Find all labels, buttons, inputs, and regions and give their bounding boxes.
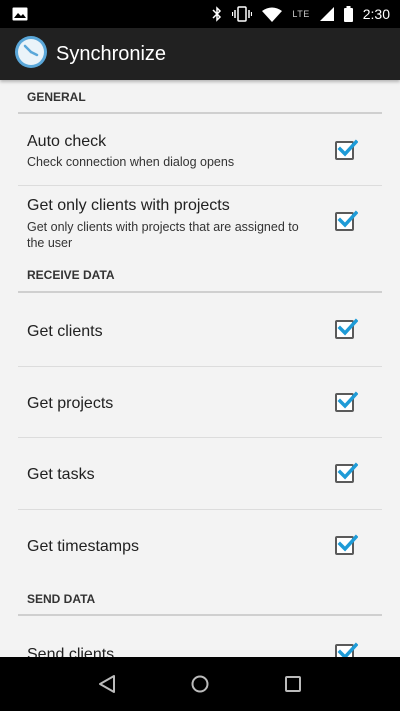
pref-get-projects[interactable]: Get projects [18,367,382,438]
vibrate-icon [232,6,253,22]
pref-clients-with-projects[interactable]: Get only clients with projects Get only … [18,186,382,254]
section-header-label: SEND DATA [27,592,96,606]
cell-signal-icon [319,6,334,22]
section-header-receive: RECEIVE DATA [18,268,382,293]
pref-title: Get only clients with projects [27,197,230,214]
section-header-label: RECEIVE DATA [27,268,115,282]
status-time: 2:30 [362,6,390,22]
recents-icon[interactable] [273,664,313,704]
get-clients-checkbox[interactable] [335,318,358,339]
auto-check-checkbox[interactable] [335,139,358,160]
pref-auto-check[interactable]: Auto check Check connection when dialog … [18,116,382,186]
image-icon [12,6,28,22]
pref-title: Get timestamps [27,538,140,555]
pref-get-clients[interactable]: Get clients [18,295,382,367]
back-icon[interactable] [87,664,127,704]
pref-get-timestamps[interactable]: Get timestamps [18,510,382,582]
clients-with-projects-checkbox[interactable] [335,210,358,231]
pref-get-tasks[interactable]: Get tasks [18,438,382,510]
home-icon[interactable] [180,664,220,704]
pref-title: Send clients [27,646,115,657]
section-header-general: GENERAL [18,90,382,114]
get-timestamps-checkbox[interactable] [335,534,358,555]
battery-icon [343,6,353,22]
navigation-bar [0,657,400,711]
preferences-list[interactable]: GENERAL Auto check Check connection when… [0,80,400,657]
section-header-send: SEND DATA [18,592,382,616]
get-tasks-checkbox[interactable] [335,462,358,483]
pref-summary: Get only clients with projects that are … [27,220,299,250]
pref-title: Get clients [27,323,103,340]
pref-title: Get projects [27,395,114,412]
get-projects-checkbox[interactable] [335,391,358,412]
status-bar: LTE 2:30 [0,0,400,28]
pref-send-clients[interactable]: Send clients [18,618,382,657]
pref-title: Auto check [27,133,107,150]
wifi-icon [262,6,283,22]
app-bar: Synchronize [0,28,400,80]
page-title: Synchronize [56,42,167,65]
send-clients-checkbox[interactable] [335,642,358,657]
pref-summary: Check connection when dialog opens [27,155,235,169]
section-header-label: GENERAL [27,90,86,104]
clock-icon[interactable] [14,35,48,74]
pref-title: Get tasks [27,466,95,483]
network-type-label: LTE [292,9,310,19]
bluetooth-icon [212,6,222,22]
